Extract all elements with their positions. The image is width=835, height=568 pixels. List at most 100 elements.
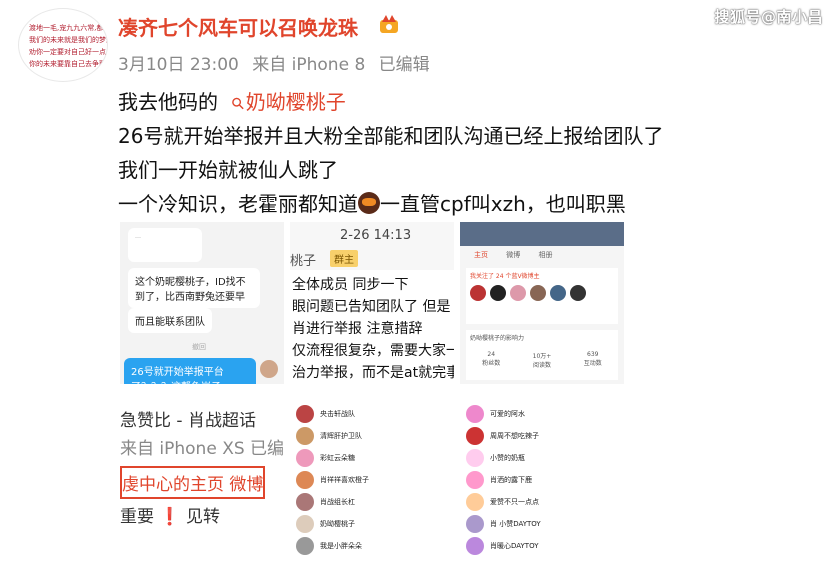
- profile-banner: [460, 222, 624, 246]
- image-thumb-3[interactable]: 主页 微博 相册 我关注了 24 个蓝V微博主 奶呦樱桃子的影响力 24 粉丝数 …: [460, 222, 624, 384]
- post-line-1: 我去他码的 ⚲奶呦樱桃子: [118, 86, 346, 115]
- list-avatar: [466, 449, 484, 467]
- stat-value: 24: [487, 351, 496, 358]
- chat-line-5: 治力举报，而不是at就完事: [292, 365, 454, 381]
- list-avatar: [296, 471, 314, 489]
- stat-label: 粉丝数: [482, 360, 501, 367]
- owner-badge: 群主: [330, 250, 358, 267]
- image-thumb-6[interactable]: 可爱的阿水 周周不想吃辣子 小赞的奶瓶 肖洒的露下鹿 爱赞不只一点点 肖 小赞D…: [460, 398, 624, 560]
- stat-label: 阅读数: [532, 362, 551, 369]
- chat-separator: 撤回: [192, 343, 206, 351]
- list-item: 爱赞不只一点点: [490, 498, 539, 506]
- list-item: 肖 小赞DAYTOY: [490, 520, 541, 528]
- chat-line-4: 仅流程很复杂，需要大家一: [292, 343, 454, 359]
- post-line-4: 一个冷知识，老霍丽都知道 一直管cpf叫xzh，也叫职黑: [118, 188, 626, 217]
- stat-label: 互动数: [583, 360, 602, 367]
- image-thumb-5[interactable]: 央击轩战队 清辉肝护卫队 彩虹云朵糖 肖祥祥喜欢橙子 肖战组长杠 奶呦樱桃子 我…: [290, 398, 454, 560]
- follow-avatars: [466, 283, 618, 305]
- list-avatar: [466, 515, 484, 533]
- list-avatar: [466, 493, 484, 511]
- chat-date: 2-26 14:13: [340, 228, 412, 243]
- profile-tabs: 主页 微博 相册: [474, 250, 552, 260]
- follow-avatar[interactable]: [490, 285, 506, 301]
- list-avatar: [296, 493, 314, 511]
- list-avatar: [466, 427, 484, 445]
- list-item: 奶呦樱桃子: [320, 520, 355, 528]
- list-item: 央击轩战队: [320, 410, 355, 418]
- stat-value: 639: [587, 351, 599, 358]
- image-thumb-4[interactable]: 急赞比 - 肖战超话 来自 iPhone XS 已编辑 虔中心的主页 微博 重要…: [120, 398, 284, 560]
- image-thumb-2[interactable]: 2-26 14:13 桃子 群主 全体成员 同步一下 眼问题已告知团队了 但是 …: [290, 222, 454, 384]
- line1-text: 我去他码的: [118, 90, 218, 114]
- doge-emoji-icon: [358, 192, 380, 214]
- list-avatar: [296, 449, 314, 467]
- watermark: 搜狐号@南小昌: [714, 8, 823, 26]
- post-meta: 3月10日 23:00 来自 iPhone 8 已编辑: [118, 50, 438, 75]
- list-item: 可爱的阿水: [490, 410, 525, 418]
- author-name[interactable]: 凑齐七个风车可以召唤龙珠: [118, 12, 358, 41]
- chat-line-2: 眼问题已告知团队了 但是: [292, 299, 451, 315]
- follow-avatar[interactable]: [470, 285, 486, 301]
- follow-avatar[interactable]: [510, 285, 526, 301]
- zoom-line-3: 虔中心的主页 微博: [120, 466, 266, 499]
- list-item: 肖暖心DAYTOY: [490, 542, 539, 550]
- avatar-text-2: 我们的未来就是我们的梦想: [29, 36, 108, 44]
- list-avatar: [296, 427, 314, 445]
- chat-preview-bubble: …: [128, 228, 202, 262]
- follow-avatar[interactable]: [530, 285, 546, 301]
- chat-bubble-1: 这个奶昵樱桃子，ID找不到了，比西南野兔还要早: [128, 268, 260, 308]
- post-line-3: 我们一开始就被仙人跳了: [118, 158, 338, 182]
- tab-weibo[interactable]: 微博: [506, 251, 520, 259]
- follow-avatar[interactable]: [550, 285, 566, 301]
- stat-interact: 639 互动数: [584, 351, 602, 369]
- list-item: 肖祥祥喜欢橙子: [320, 476, 369, 484]
- mention-link[interactable]: ⚲奶呦樱桃子: [227, 90, 346, 114]
- tab-home[interactable]: 主页: [474, 251, 488, 259]
- list-item: 周周不想吃辣子: [490, 432, 539, 440]
- stat-reads: 10万+ 阅读数: [533, 351, 552, 369]
- member-name: 桃子: [290, 254, 317, 269]
- avatar-text-4: 你的未来要靠自己去争取: [29, 60, 106, 68]
- stat-fans: 24 粉丝数: [482, 351, 500, 369]
- list-avatar: [296, 537, 314, 555]
- follow-avatar[interactable]: [570, 285, 586, 301]
- list-avatar: [466, 471, 484, 489]
- list-avatar: [466, 405, 484, 423]
- zoom-line-2: 来自 iPhone XS 已编辑: [120, 439, 284, 459]
- follow-card: 我关注了 24 个蓝V微博主: [466, 268, 618, 324]
- list-avatar: [296, 405, 314, 423]
- post-source: 来自 iPhone 8: [252, 55, 366, 75]
- edited-label[interactable]: 已编辑: [379, 55, 430, 75]
- list-item: 我是小胖朵朵: [320, 542, 362, 550]
- stats-title: 奶呦樱桃子的影响力: [470, 335, 525, 342]
- stats-row: 24 粉丝数 10万+ 阅读数 639 互动数: [466, 345, 618, 369]
- list-item: 清辉肝护卫队: [320, 432, 362, 440]
- line4-part-b: 一直管cpf叫xzh，也叫职黑: [380, 192, 626, 216]
- chat-line-3: 肖进行举报 注意措辞: [292, 321, 423, 337]
- list-item: 小赞的奶瓶: [490, 454, 525, 462]
- avatar-text-1: 渡地一毛,宠九九六常,都天成家: [29, 24, 107, 32]
- avatar-text-3: 劝你一定要对自己好一点: [29, 48, 106, 56]
- post-time[interactable]: 3月10日 23:00: [118, 55, 239, 75]
- follow-title: 我关注了 24 个蓝V微博主: [470, 273, 540, 280]
- chat-bubble-3: 26号就开始举报平台了？？？这帮兔崽子: [124, 358, 256, 384]
- list-avatar: [296, 515, 314, 533]
- list-item: 彩虹云朵糖: [320, 454, 355, 462]
- vip-badge-icon: [380, 15, 398, 33]
- chat-bubble-2: 而且能联系团队: [128, 308, 212, 333]
- stats-card: 奶呦樱桃子的影响力 24 粉丝数 10万+ 阅读数 639 互动数: [466, 330, 618, 380]
- list-item: 肖洒的露下鹿: [490, 476, 532, 484]
- stat-value: 10万+: [532, 353, 552, 360]
- mention-text: 奶呦樱桃子: [245, 90, 346, 114]
- list-avatar: [466, 537, 484, 555]
- list-item: 肖战组长杠: [320, 498, 355, 506]
- chat-avatar: [260, 360, 278, 378]
- chat-line-1: 全体成员 同步一下: [292, 277, 409, 293]
- author-avatar[interactable]: 渡地一毛,宠九九六常,都天成家 我们的未来就是我们的梦想 劝你一定要对自己好一点…: [18, 8, 108, 82]
- line4-part-a: 一个冷知识，老霍丽都知道: [118, 192, 358, 216]
- zoom-line-1: 急赞比 - 肖战超话: [120, 411, 256, 431]
- post-line-2: 26号就开始举报并且大粉全部能和团队沟通已经上报给团队了: [118, 124, 664, 148]
- zoom-line-4: 重要 ❗ 见转: [120, 507, 220, 527]
- tab-album[interactable]: 相册: [538, 251, 552, 259]
- image-thumb-1[interactable]: … 这个奶昵樱桃子，ID找不到了，比西南野兔还要早 而且能联系团队 撤回 26号…: [120, 222, 284, 384]
